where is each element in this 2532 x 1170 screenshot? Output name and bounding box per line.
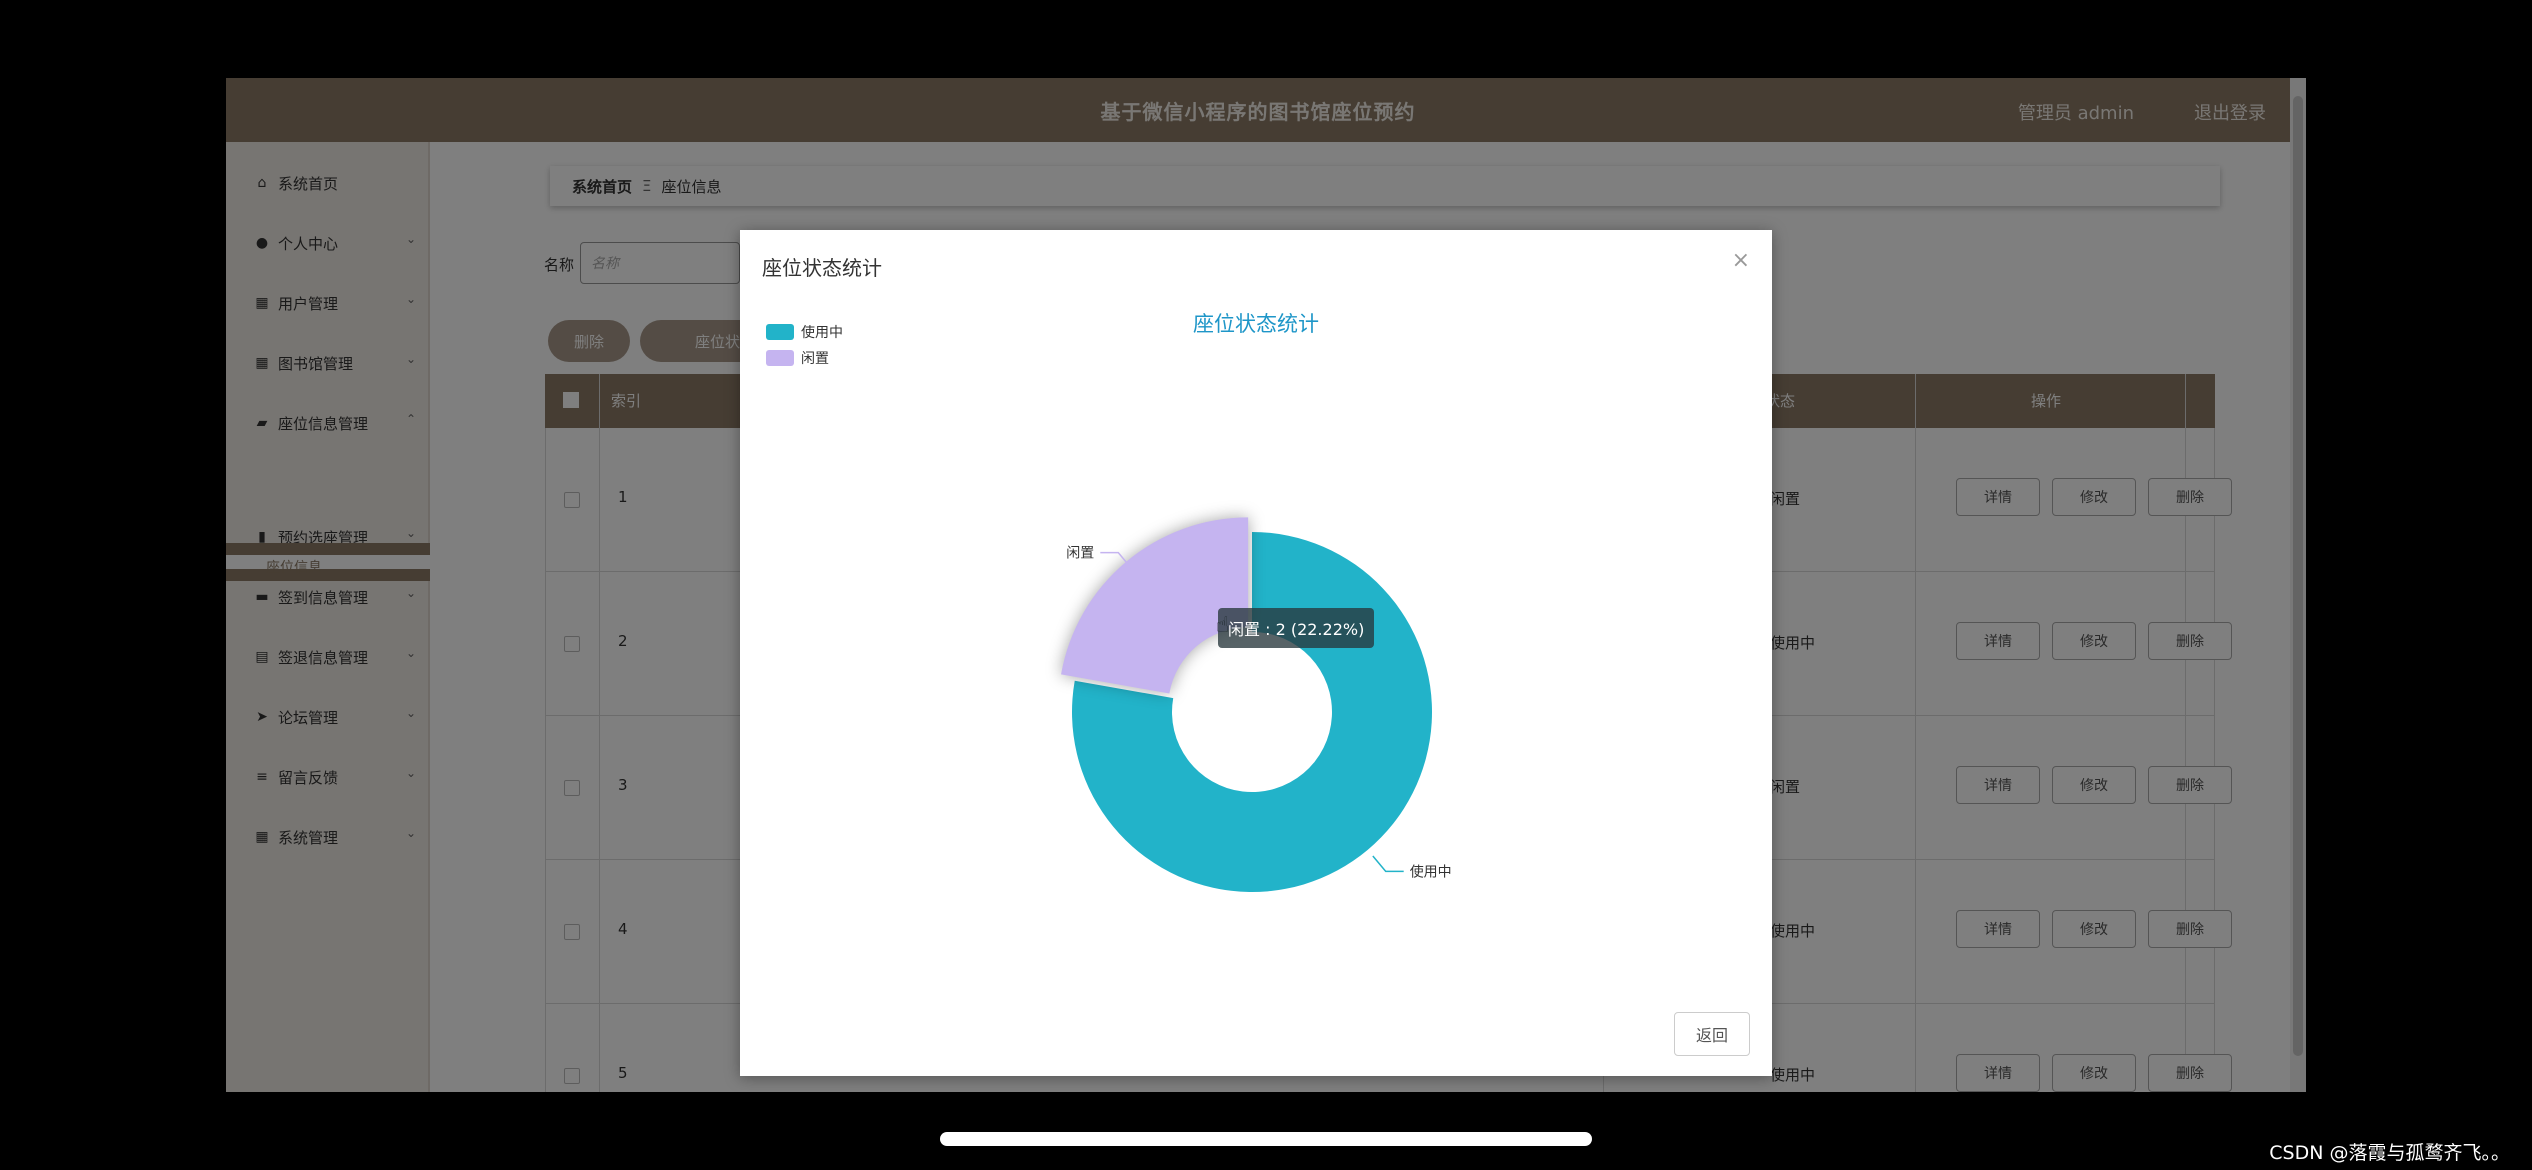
donut-chart: 使用中闲置☝ bbox=[1061, 517, 1452, 892]
back-button[interactable]: 返回 bbox=[1674, 1012, 1750, 1056]
home-indicator bbox=[940, 1132, 1592, 1146]
slice-label: 使用中 bbox=[1410, 863, 1452, 880]
app-window: 基于微信小程序的图书馆座位预约 管理员 admin 退出登录 ⌂系统首页●个人中… bbox=[226, 78, 2306, 1092]
chart-tooltip: 闲置 : 2 (22.22%) bbox=[1218, 608, 1375, 648]
stats-dialog: 座位状态统计 × 使用中 闲置 座位状态统计 使用中闲置☝ 闲置 : 2 (22… bbox=[740, 230, 1772, 1076]
pie-slice[interactable] bbox=[1061, 517, 1249, 694]
watermark: CSDN @落霞与孤鹜齐飞。。 bbox=[2269, 1142, 2510, 1164]
slice-label: 闲置 bbox=[1066, 546, 1094, 562]
screen: 基于微信小程序的图书馆座位预约 管理员 admin 退出登录 ⌂系统首页●个人中… bbox=[0, 0, 2532, 1170]
label-leader-line bbox=[1372, 855, 1404, 873]
